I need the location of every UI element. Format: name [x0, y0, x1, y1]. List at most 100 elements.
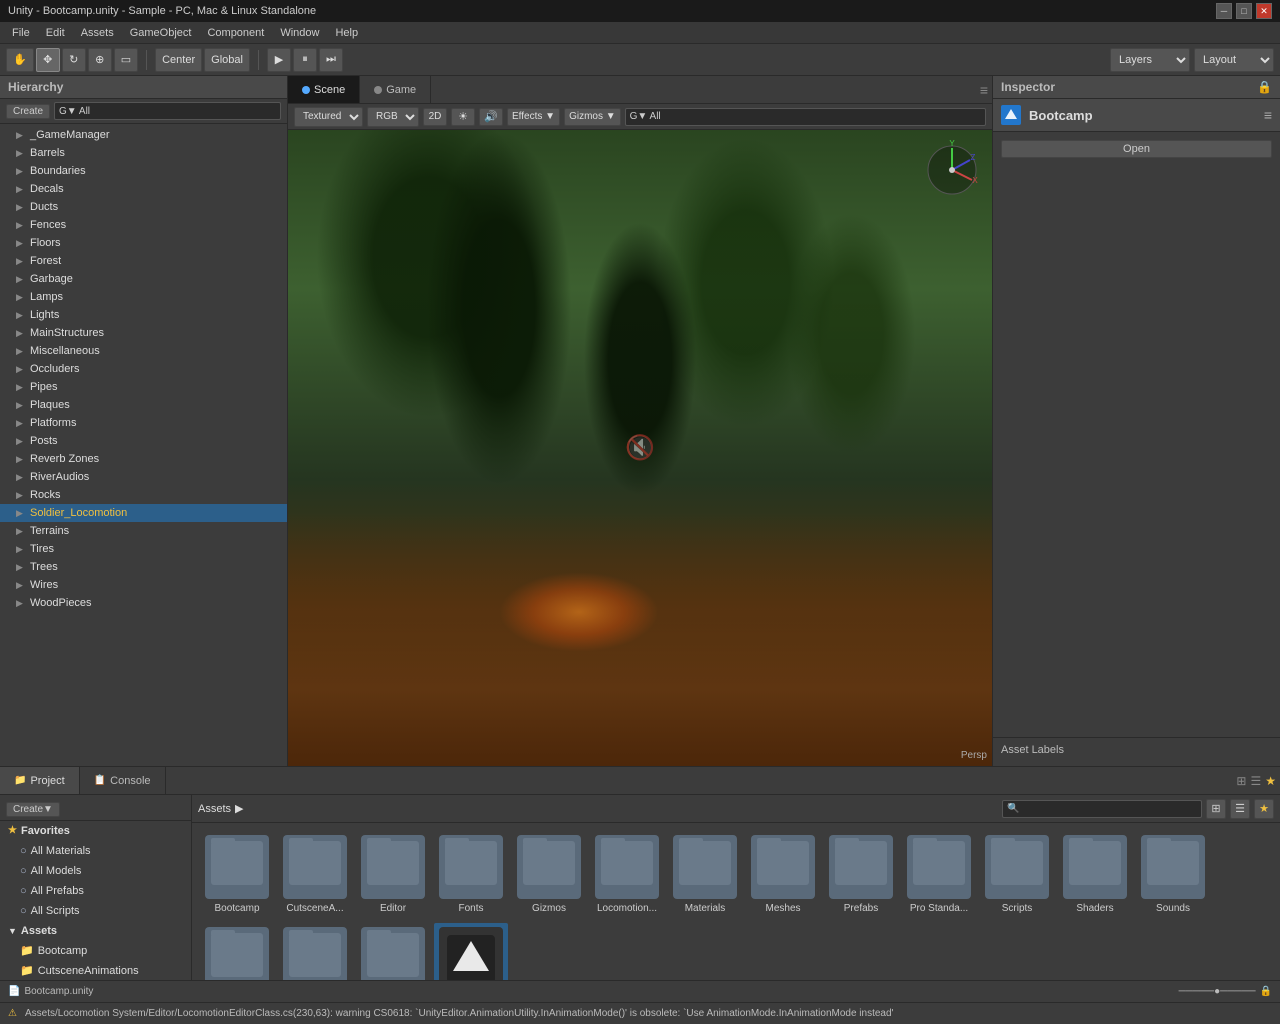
asset-fonts[interactable]: Fonts — [434, 831, 508, 919]
asset-shaders[interactable]: Shaders — [1058, 831, 1132, 919]
hierarchy-item-barrels[interactable]: ▶ Barrels — [0, 144, 287, 162]
scene-menu-icon[interactable]: ≡ — [980, 82, 988, 98]
hierarchy-item-soldier[interactable]: ▶ Soldier_Locomotion — [0, 504, 287, 522]
hierarchy-item-gamemanager[interactable]: ▶ _GameManager — [0, 126, 287, 144]
sidebar-item-all-models[interactable]: ○ All Models — [0, 861, 191, 881]
2d-button[interactable]: 2D — [423, 108, 447, 126]
gizmos-button[interactable]: Gizmos ▼ — [564, 108, 621, 126]
hierarchy-item-wires[interactable]: ▶ Wires — [0, 576, 287, 594]
hierarchy-item-garbage[interactable]: ▶ Garbage — [0, 270, 287, 288]
scene-tab[interactable]: Scene — [288, 76, 360, 103]
menu-file[interactable]: File — [4, 25, 38, 41]
sidebar-item-bootcamp[interactable]: 📁 Bootcamp — [0, 941, 191, 961]
inspector-open-button[interactable]: Open — [1001, 140, 1272, 158]
console-tab[interactable]: 📋 Console — [80, 767, 166, 794]
hierarchy-item-mainstructures[interactable]: ▶ MainStructures — [0, 324, 287, 342]
project-create-button[interactable]: Create▼ — [6, 802, 60, 817]
sun-button[interactable]: ☀ — [451, 108, 475, 126]
hierarchy-item-decals[interactable]: ▶ Decals — [0, 180, 287, 198]
hierarchy-item-forest[interactable]: ▶ Forest — [0, 252, 287, 270]
hierarchy-item-rocks[interactable]: ▶ Rocks — [0, 486, 287, 504]
sidebar-item-all-scripts[interactable]: ○ All Scripts — [0, 901, 191, 921]
game-tab[interactable]: Game — [360, 76, 431, 103]
hand-tool[interactable]: ✋ — [6, 48, 34, 72]
color-mode-dropdown[interactable]: RGB — [367, 107, 419, 127]
hierarchy-item-lamps[interactable]: ▶ Lamps — [0, 288, 287, 306]
sidebar-item-all-prefabs[interactable]: ○ All Prefabs — [0, 881, 191, 901]
asset-meshes[interactable]: Meshes — [746, 831, 820, 919]
hierarchy-item-floors[interactable]: ▶ Floors — [0, 234, 287, 252]
menu-component[interactable]: Component — [199, 25, 272, 41]
hierarchy-create-button[interactable]: Create — [6, 104, 50, 119]
pause-button[interactable]: ⏸ — [293, 48, 317, 72]
center-button[interactable]: Center — [155, 48, 202, 72]
asset-gizmos[interactable]: Gizmos — [512, 831, 586, 919]
hierarchy-item-fences[interactable]: ▶ Fences — [0, 216, 287, 234]
asset-textures[interactable]: Textures — [356, 923, 430, 980]
rotate-tool[interactable]: ↻ — [62, 48, 86, 72]
asset-prefabs[interactable]: Prefabs — [824, 831, 898, 919]
asset-prostanda[interactable]: Pro Standa... — [902, 831, 976, 919]
effects-button[interactable]: Effects ▼ — [507, 108, 560, 126]
menu-edit[interactable]: Edit — [38, 25, 73, 41]
hierarchy-item-pipes[interactable]: ▶ Pipes — [0, 378, 287, 396]
maximize-button[interactable]: □ — [1236, 3, 1252, 19]
hierarchy-item-posts[interactable]: ▶ Posts — [0, 432, 287, 450]
layout-dropdown[interactable]: Layout — [1194, 48, 1274, 72]
scene-viewport[interactable]: 🔇 Y X Z — [288, 130, 992, 766]
hierarchy-item-lights[interactable]: ▶ Lights — [0, 306, 287, 324]
assets-star-btn[interactable]: ★ — [1254, 799, 1274, 819]
hierarchy-item-woodpieces[interactable]: ▶ WoodPieces — [0, 594, 287, 612]
menu-assets[interactable]: Assets — [73, 25, 122, 41]
zoom-slider[interactable]: ─────●───── — [1179, 986, 1256, 997]
hierarchy-item-riveraudios[interactable]: ▶ RiverAudios — [0, 468, 287, 486]
project-favorites-header[interactable]: ★ Favorites — [0, 821, 191, 841]
close-button[interactable]: ✕ — [1256, 3, 1272, 19]
asset-bootcamp-unity[interactable]: Bootcamp — [434, 923, 508, 980]
rect-tool[interactable]: ▭ — [114, 48, 138, 72]
hierarchy-item-occluders[interactable]: ▶ Occluders — [0, 360, 287, 378]
scene-search[interactable] — [625, 108, 986, 126]
hierarchy-item-platforms[interactable]: ▶ Platforms — [0, 414, 287, 432]
global-button[interactable]: Global — [204, 48, 250, 72]
hierarchy-item-tires[interactable]: ▶ Tires — [0, 540, 287, 558]
sidebar-item-all-materials[interactable]: ○ All Materials — [0, 841, 191, 861]
audio-button[interactable]: 🔊 — [479, 108, 503, 126]
asset-locomotion[interactable]: Locomotion... — [590, 831, 664, 919]
asset-terrains[interactable]: Terrains — [278, 923, 352, 980]
asset-standard[interactable]: Standard A... — [200, 923, 274, 980]
play-button[interactable]: ▶ — [267, 48, 291, 72]
assets-search-input[interactable] — [1002, 800, 1202, 818]
hierarchy-item-terrains[interactable]: ▶ Terrains — [0, 522, 287, 540]
menu-help[interactable]: Help — [327, 25, 366, 41]
menu-window[interactable]: Window — [272, 25, 327, 41]
project-panel-star-btn[interactable]: ★ — [1265, 774, 1276, 788]
inspector-lock-icon[interactable]: 🔒 — [1257, 80, 1272, 94]
hierarchy-item-boundaries[interactable]: ▶ Boundaries — [0, 162, 287, 180]
project-panel-icon-btn1[interactable]: ⊞ — [1236, 774, 1246, 788]
minimize-button[interactable]: ─ — [1216, 3, 1232, 19]
hierarchy-search[interactable] — [54, 102, 281, 120]
assets-icon-btn2[interactable]: ☰ — [1230, 799, 1250, 819]
project-assets-header[interactable]: ▼ Assets — [0, 921, 191, 941]
step-button[interactable]: ⏭ — [319, 48, 343, 72]
hierarchy-item-plaques[interactable]: ▶ Plaques — [0, 396, 287, 414]
asset-bootcamp[interactable]: Bootcamp — [200, 831, 274, 919]
hierarchy-item-miscellaneous[interactable]: ▶ Miscellaneous — [0, 342, 287, 360]
asset-materials[interactable]: Materials — [668, 831, 742, 919]
asset-scripts[interactable]: Scripts — [980, 831, 1054, 919]
hierarchy-item-trees[interactable]: ▶ Trees — [0, 558, 287, 576]
project-panel-icon-btn2[interactable]: ☰ — [1250, 774, 1261, 788]
menu-gameobject[interactable]: GameObject — [122, 25, 200, 41]
hierarchy-item-ducts[interactable]: ▶ Ducts — [0, 198, 287, 216]
project-tab[interactable]: 📁 Project — [0, 767, 80, 794]
assets-icon-btn1[interactable]: ⊞ — [1206, 799, 1226, 819]
hierarchy-item-reverb[interactable]: ▶ Reverb Zones — [0, 450, 287, 468]
scale-tool[interactable]: ⊕ — [88, 48, 112, 72]
sidebar-item-cutscene[interactable]: 📁 CutsceneAnimations — [0, 961, 191, 980]
inspector-menu-btn[interactable]: ≡ — [1264, 107, 1272, 123]
render-mode-dropdown[interactable]: Textured — [294, 107, 363, 127]
asset-sounds[interactable]: Sounds — [1136, 831, 1210, 919]
asset-editor[interactable]: Editor — [356, 831, 430, 919]
asset-cutscene[interactable]: CutsceneA... — [278, 831, 352, 919]
